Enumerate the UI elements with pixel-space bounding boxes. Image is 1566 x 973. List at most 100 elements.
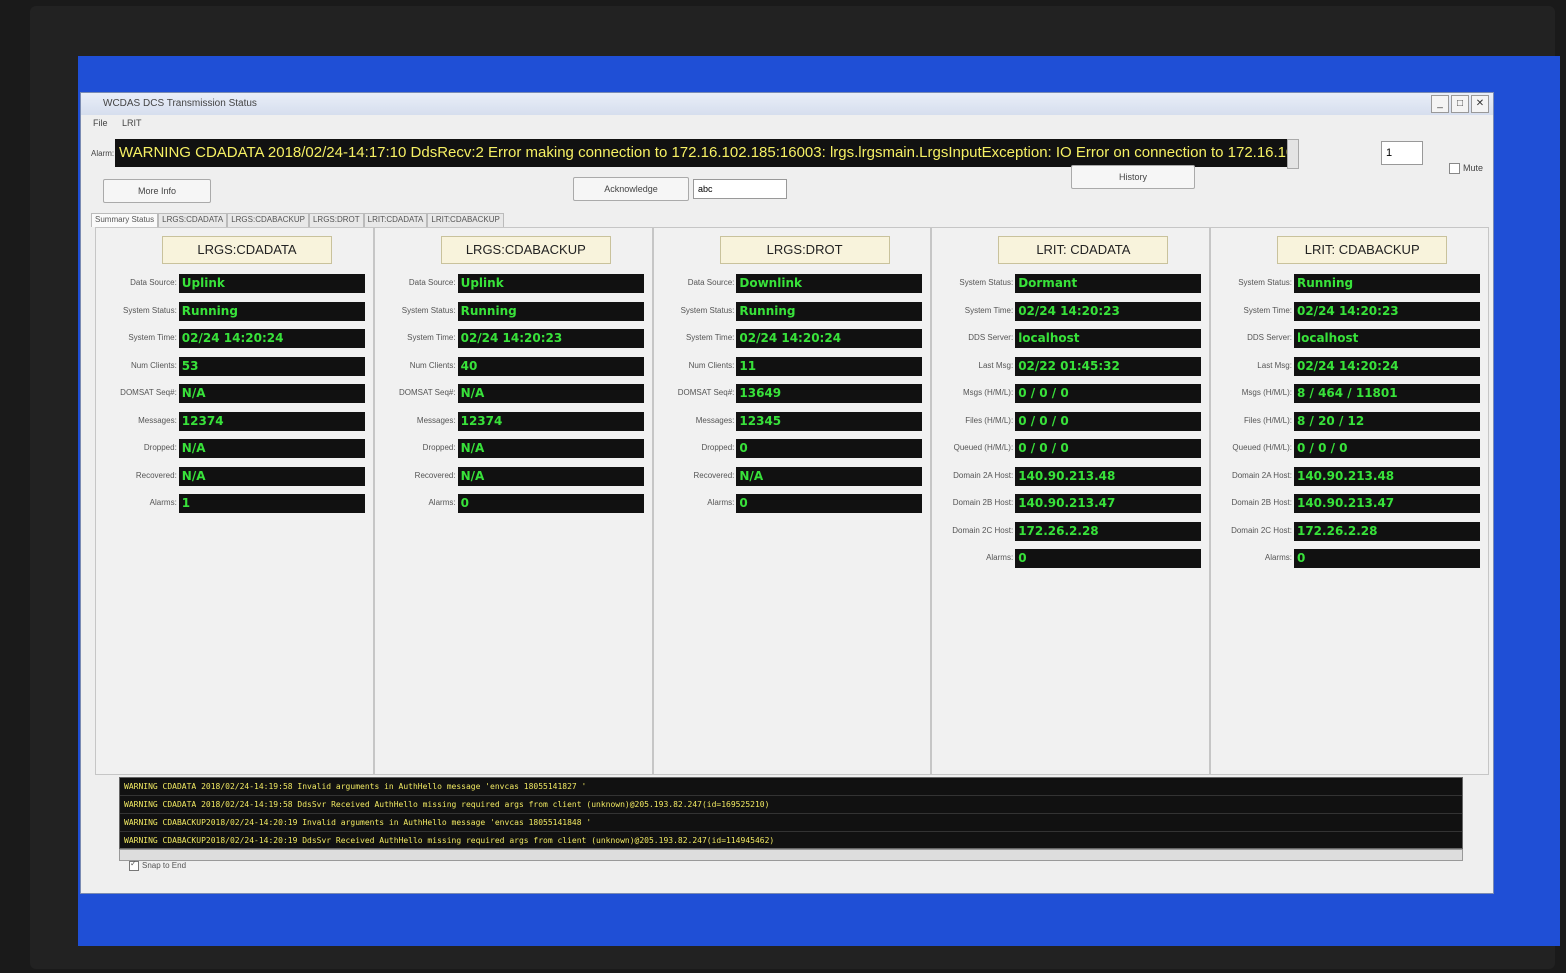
field-row: System Time: 02/24 14:20:23 [932,301,1209,330]
tab-lrgs-cdabackup[interactable]: LRGS:CDABACKUP [227,213,309,227]
tab-bar: Summary Status LRGS:CDADATA LRGS:CDABACK… [91,213,504,227]
field-row: Num Clients: 40 [375,356,652,385]
field-row: Recovered: N/A [96,466,373,495]
field-value: N/A [457,384,644,403]
panel-fields: Data Source: Uplink System Status: Running S… [96,274,373,522]
field-row: Messages: 12374 [96,411,373,440]
field-row: Num Clients: 53 [96,356,373,385]
status-panel: LRIT: CDABACKUP System Status: Running Syst… [1210,227,1489,775]
tab-lrgs-cdadata[interactable]: LRGS:CDADATA [158,213,228,227]
close-button[interactable]: ✕ [1471,95,1489,113]
field-row: Files (H/M/L): 0 / 0 / 0 [932,411,1209,440]
field-value: localhost [1015,329,1202,348]
field-row: System Status: Running [375,301,652,330]
status-panel: LRGS:CDADATA Data Source: Uplink System Sta… [95,227,374,775]
field-label: System Status: [680,305,735,315]
field-row: System Time: 02/24 14:20:24 [96,329,373,357]
minimize-button[interactable]: _ [1431,95,1449,113]
field-value: Running [736,301,923,321]
acknowledge-input[interactable]: abc [693,179,787,199]
field-label: Data Source: [687,278,735,287]
tab-lrit-cdadata[interactable]: LRIT:CDADATA [363,213,428,227]
tab-lrit-cdabackup[interactable]: LRIT:CDABACKUP [427,213,504,227]
field-label: Queued (H/M/L): [1232,443,1292,452]
field-value: N/A [178,384,365,403]
field-value: 140.90.213.47 [1293,494,1480,513]
field-label: Messages: [138,415,177,425]
field-value: 140.90.213.48 [1293,466,1480,486]
mute-checkbox-box[interactable] [1449,163,1460,175]
history-button[interactable]: History [1071,165,1195,189]
field-value: 13649 [736,384,923,403]
field-row: DDS Server: localhost [1211,329,1488,357]
field-value: 11 [736,356,923,376]
field-value: 172.26.2.28 [1293,521,1480,541]
field-row: Queued (H/M/L): 0 / 0 / 0 [932,439,1209,467]
field-row: Msgs (H/M/L): 8 / 464 / 11801 [1211,384,1488,412]
field-label: System Time: [1243,305,1292,315]
field-value: 02/24 14:20:23 [457,329,644,348]
field-label: Dropped: [422,443,456,452]
field-row: Files (H/M/L): 8 / 20 / 12 [1211,411,1488,440]
snap-to-end-label: Snap to End [142,861,187,871]
field-value: N/A [457,466,644,486]
field-value: 1 [178,494,365,513]
field-row: Domain 2A Host: 140.90.213.48 [1211,466,1488,495]
field-label: System Status: [1238,278,1292,287]
field-value: 0 [457,494,644,513]
field-row: System Status: Running [654,301,931,330]
field-label: Num Clients: [409,360,456,370]
field-label: System Time: [128,333,177,342]
field-row: Data Source: Uplink [375,274,652,302]
panel-fields: System Status: Dormant System Time: 02/24 1… [932,274,1209,577]
field-label: Alarms: [149,498,177,507]
snap-checkbox-box[interactable] [129,859,139,871]
field-row: Recovered: N/A [375,466,652,495]
alarm-count-field[interactable]: 1 [1381,141,1423,165]
field-row: Domain 2C Host: 172.26.2.28 [932,521,1209,550]
panel-fields: Data Source: Downlink System Status: Runnin… [654,274,931,522]
field-label: Messages: [416,415,456,425]
field-label: Files (H/M/L): [1243,415,1292,425]
acknowledge-button[interactable]: Acknowledge [573,177,689,201]
tab-lrgs-drot[interactable]: LRGS:DROT [308,213,364,227]
field-label: Messages: [695,415,735,425]
field-row: Last Msg: 02/22 01:45:32 [932,356,1209,385]
snap-to-end-checkbox[interactable]: Snap to End [129,859,187,871]
mute-label: Mute [1463,163,1484,173]
field-row: Dropped: N/A [375,439,652,467]
tab-summary-status[interactable]: Summary Status [91,213,159,227]
field-label: Recovered: [693,470,735,480]
window-controls: _ □ ✕ [1431,95,1489,113]
field-label: System Time: [685,333,735,342]
field-value: 0 / 0 / 0 [1015,384,1202,403]
status-panel: LRIT: CDADATA System Status: Dormant System… [931,227,1211,775]
field-row: System Status: Running [1211,274,1488,302]
alarm-row: Alarm: WARNING CDADATA 2018/02/24-14:17:… [91,137,1491,173]
field-label: Alarms: [986,553,1014,562]
field-label: Msgs (H/M/L): [1241,388,1292,397]
field-value: Uplink [457,274,644,293]
field-row: Alarms: 0 [654,494,931,522]
field-row: DDS Server: localhost [932,329,1209,357]
field-row: Msgs (H/M/L): 0 / 0 / 0 [932,384,1209,412]
field-value: N/A [178,439,365,458]
log-line: WARNING CDADATA 2018/02/24-14:19:58 Inva… [120,778,1462,796]
field-label: Last Msg: [1257,360,1292,370]
maximize-button[interactable]: □ [1451,95,1469,113]
alarm-label: Alarm: [91,149,115,158]
menu-lrit[interactable]: LRIT [122,118,142,128]
field-value: Running [1293,274,1480,293]
mute-checkbox[interactable]: Mute [1449,163,1484,175]
alarm-scrollbar[interactable] [1287,139,1299,169]
more-info-button[interactable]: More Info [103,179,211,203]
field-row: DOMSAT Seq#: N/A [96,384,373,412]
field-value: Running [457,301,644,321]
field-value: 140.90.213.48 [1015,466,1202,486]
field-row: System Time: 02/24 14:20:23 [1211,301,1488,330]
field-value: 0 [1293,549,1480,568]
menu-file[interactable]: File [93,118,108,128]
log-horizontal-scrollbar[interactable] [119,849,1463,861]
field-label: Domain 2B Host: [952,498,1014,507]
field-value: 140.90.213.47 [1015,494,1202,513]
